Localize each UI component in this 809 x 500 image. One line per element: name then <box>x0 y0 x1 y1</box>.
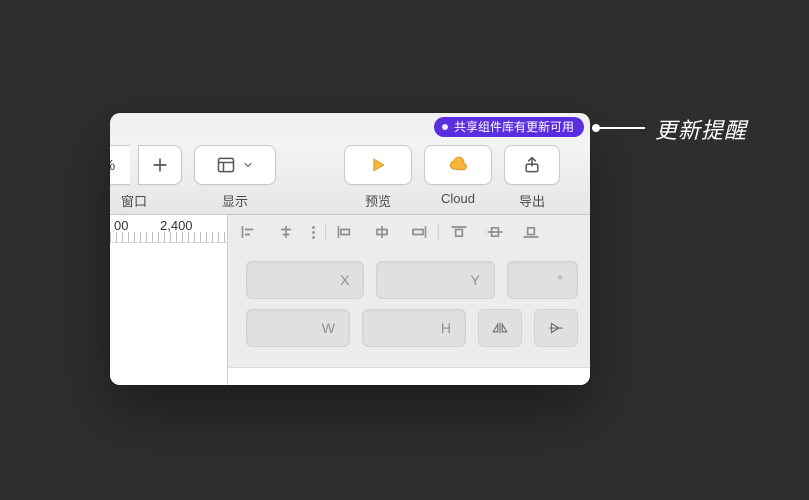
position-row: X Y ° <box>246 261 578 299</box>
chevron-down-icon <box>242 155 254 175</box>
app-window: 共享组件库有更新可用 % 窗口 显示 <box>110 113 590 385</box>
align-top-icon[interactable] <box>449 223 469 241</box>
inspector-panel: X Y ° W H <box>228 215 590 385</box>
window-label: 窗口 <box>121 191 147 210</box>
callout-label: 更新提醒 <box>655 113 747 145</box>
y-field[interactable]: Y <box>376 261 494 299</box>
content-area: 00 2,400 X Y ° <box>110 215 590 385</box>
preview-label: 预览 <box>365 191 391 210</box>
ruler-ticks <box>110 232 227 242</box>
preview-group: 预览 <box>344 145 412 210</box>
ruler-horizontal[interactable]: 00 2,400 <box>110 215 227 243</box>
preview-button[interactable] <box>344 145 412 185</box>
layout-view-button[interactable] <box>194 145 276 185</box>
notification-text: 共享组件库有更新可用 <box>454 117 574 137</box>
export-group: 导出 <box>504 145 560 210</box>
view-label: 显示 <box>222 191 248 210</box>
cloud-icon <box>448 155 468 175</box>
notification-dot-icon <box>442 124 448 130</box>
zoom-group: % 窗口 <box>110 145 182 210</box>
cloud-group: Cloud <box>424 145 492 206</box>
align-left-icon[interactable] <box>240 223 260 241</box>
flip-vertical-icon <box>547 320 565 336</box>
zoom-add-button[interactable] <box>138 145 182 185</box>
distribute-right-icon[interactable] <box>408 223 428 241</box>
alignment-toolbar <box>240 219 578 245</box>
distribute-left-icon[interactable] <box>336 223 356 241</box>
flip-horizontal-icon <box>491 320 509 336</box>
view-group: 显示 <box>194 145 276 210</box>
cloud-button[interactable] <box>424 145 492 185</box>
cloud-label: Cloud <box>441 191 475 206</box>
ruler-tick-b: 2,400 <box>160 218 193 233</box>
x-field[interactable]: X <box>246 261 364 299</box>
align-middle-icon[interactable] <box>485 223 505 241</box>
divider <box>438 224 439 240</box>
divider <box>325 224 326 240</box>
flip-horizontal-button[interactable] <box>478 309 522 347</box>
align-center-h-icon[interactable] <box>276 223 296 241</box>
layout-icon <box>216 155 236 175</box>
more-align-icon[interactable] <box>312 226 315 239</box>
play-icon <box>368 155 388 175</box>
flip-vertical-button[interactable] <box>534 309 578 347</box>
toolbar: % 窗口 显示 预览 <box>110 137 590 215</box>
plus-icon <box>150 155 170 175</box>
share-icon <box>522 155 542 175</box>
h-field[interactable]: H <box>362 309 466 347</box>
callout-leader-line <box>597 127 645 129</box>
distribute-center-icon[interactable] <box>372 223 392 241</box>
align-bottom-icon[interactable] <box>521 223 541 241</box>
zoom-percent-button[interactable]: % <box>110 145 130 185</box>
export-label: 导出 <box>519 191 545 210</box>
ruler-tick-a: 00 <box>114 218 128 233</box>
library-update-notification[interactable]: 共享组件库有更新可用 <box>434 117 584 137</box>
rotation-field[interactable]: ° <box>507 261 578 299</box>
panel-footer <box>228 367 590 385</box>
size-row: W H <box>246 309 578 347</box>
export-button[interactable] <box>504 145 560 185</box>
w-field[interactable]: W <box>246 309 350 347</box>
canvas-column: 00 2,400 <box>110 215 228 385</box>
zoom-suffix: % <box>110 157 115 174</box>
